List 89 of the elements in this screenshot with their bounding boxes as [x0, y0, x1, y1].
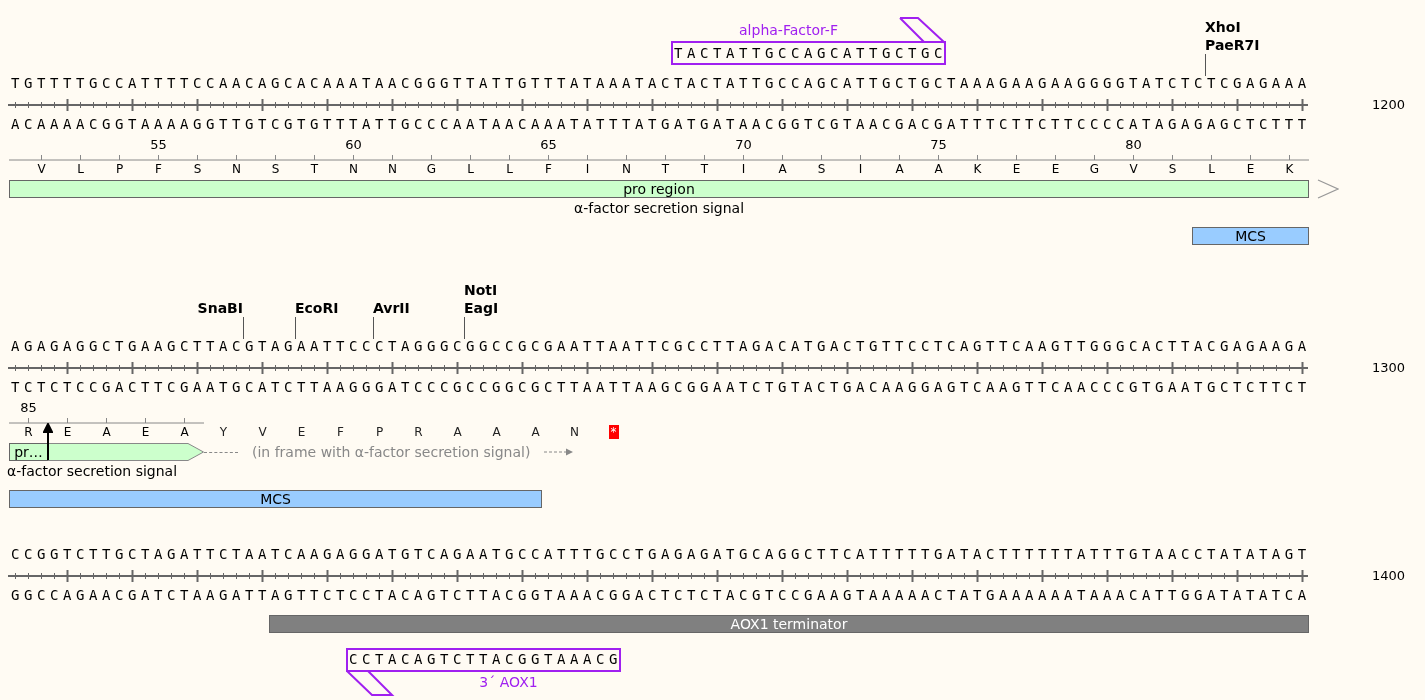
amino-acid: L [77, 161, 84, 177]
position-number: 1300 [1371, 359, 1405, 377]
feature-bar: AOX1 terminator [269, 615, 1309, 633]
enzyme-label: EagI [464, 299, 499, 317]
enzyme-label: EcoRI [295, 299, 339, 317]
residue-number: 60 [345, 137, 362, 153]
cut-site-line [295, 317, 296, 339]
amino-acid: F [155, 161, 162, 177]
amino-acid: V [258, 424, 267, 440]
amino-acid: R [414, 424, 423, 440]
dashed-arrow [544, 447, 575, 457]
amino-acid: K [973, 161, 982, 177]
amino-acid: Y [219, 424, 228, 440]
amino-acid: T [661, 161, 670, 177]
amino-acid: E [297, 424, 306, 440]
amino-acid: A [531, 424, 540, 440]
enzyme-label: SnaBI [197, 299, 243, 317]
amino-acid: I [585, 161, 590, 177]
enzyme-label: PaeR7I [1205, 36, 1260, 54]
amino-acid: A [895, 161, 904, 177]
amino-acid: V [37, 161, 46, 177]
amino-acid: P [115, 161, 124, 177]
amino-acid: E [1051, 161, 1060, 177]
enzyme-label: NotI [464, 281, 498, 299]
amino-acid: P [375, 424, 384, 440]
residue-number: 75 [930, 137, 947, 153]
amino-acid: N [388, 161, 397, 177]
amino-acid: V [1129, 161, 1138, 177]
residue-number: 85 [20, 400, 37, 416]
primer-label: alpha-Factor-F [739, 21, 838, 39]
cut-site-line [1205, 54, 1206, 76]
amino-acid: N [349, 161, 358, 177]
amino-acid: L [1208, 161, 1215, 177]
bottom-strand-sequence: TCTCTCCGACTTCGAATGCATCTTAAGGGATCCCGCCGGCGCTTAATTAAGCGGAATCTGTACTGACAAGGAGTCAAGTTCAACCCGTGAATGCTCTTCT [11, 378, 1311, 396]
primer-sequence: TACTATTGCCAGCATTGCTGC [674, 44, 947, 62]
amino-acid: A [180, 424, 189, 440]
top-strand-sequence: CCGGTCTTGCTAGATTCTAATCAAGAGGATGTCAGAATGCCATTTGCCTGAGAGATGCAGGCTTCATTTTTGATACTTTTTTATTTGTAACCTATATAGT [11, 545, 1311, 563]
amino-acid: E [1246, 161, 1255, 177]
amino-acid: I [858, 161, 863, 177]
enzyme-label: XhoI [1205, 18, 1241, 36]
amino-acid: I [741, 161, 746, 177]
amino-acid: S [193, 161, 202, 177]
residue-number: 70 [735, 137, 752, 153]
amino-acid: A [934, 161, 943, 177]
top-strand-sequence: TGTTTTGCCATTTTCCAACAGCACAAATAACGGGTTATTGTTTATAAATACTACTATTGCCAGCATTGCTGCTAAAGAAGAAGGGGTATCTCTCGAGAAA [11, 74, 1311, 92]
amino-acid: E [1012, 161, 1021, 177]
amino-acid: G [1089, 161, 1100, 177]
bottom-strand-sequence: GGCCAGAACGATCTAAGATTAGTTCTCCTACAGTCTTACGGTAAACGGACTCTCTACGTCCGAAGTAAAAACTATGAAAAAATAAACATTGGATATATCA [11, 586, 1311, 604]
amino-acid: S [817, 161, 826, 177]
amino-acid: F [545, 161, 552, 177]
amino-acid: F [337, 424, 344, 440]
feature-label: α-factor secretion signal [7, 462, 178, 480]
amino-acid: S [1168, 161, 1177, 177]
amino-acid: E [141, 424, 150, 440]
amino-acid: S [271, 161, 280, 177]
feature-bar: pro region [9, 180, 1309, 198]
amino-acid: T [700, 161, 709, 177]
primer-sequence: CCTACAGTCTTACGGTAAACG [349, 650, 622, 668]
amino-acid: N [570, 424, 579, 440]
cut-site-line [464, 317, 465, 339]
feature-label: α-factor secretion signal [573, 199, 745, 217]
amino-acid: E [63, 424, 72, 440]
residue-number: 55 [150, 137, 167, 153]
enzyme-label: AvrII [373, 299, 410, 317]
amino-acid: G [426, 161, 437, 177]
feature-bar: MCS [9, 490, 542, 508]
stop-codon-marker: * [608, 425, 619, 439]
amino-acid: A [453, 424, 462, 440]
amino-acid: A [778, 161, 787, 177]
cut-site-line [243, 317, 244, 339]
amino-acid: K [1285, 161, 1294, 177]
feature-bar: MCS [1192, 227, 1309, 245]
amino-acid: L [467, 161, 474, 177]
cut-site-line [373, 317, 374, 339]
residue-number: 80 [1125, 137, 1142, 153]
amino-acid: T [310, 161, 319, 177]
position-number: 1400 [1371, 567, 1405, 585]
position-number: 1200 [1371, 96, 1405, 114]
residue-number: 65 [540, 137, 557, 153]
feature-note: (in frame with α-factor secretion signal) [252, 443, 531, 461]
amino-acid: A [102, 424, 111, 440]
amino-acid: R [24, 424, 33, 440]
amino-acid: L [506, 161, 513, 177]
primer-label: 3´ AOX1 [479, 673, 538, 691]
bottom-strand-sequence: ACAAAACGGTAAAAGGTTGTCGTGTTTATTGCCCAATAACAAATATTTATGATGATAACGGTCGTAACGACGATTTCTTCTTCCCCATAGAGAGCTCTTT [11, 115, 1311, 133]
amino-acid: N [232, 161, 241, 177]
top-strand-sequence: AGAGAGGCTGAAGCTTACGTAGAATTCCCTAGGGCGGCCGCGAATTAATTCGCCTTAGACATGACTGTTCCTCAGTTCAAGTTGGGCACTTACGAGAAGA [11, 337, 1311, 355]
amino-acid: A [492, 424, 501, 440]
amino-acid: N [622, 161, 631, 177]
